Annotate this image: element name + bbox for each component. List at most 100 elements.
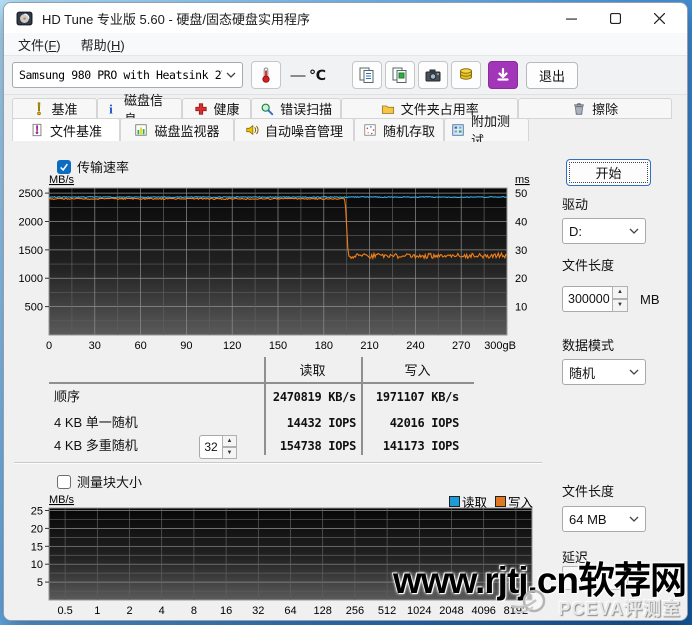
svg-text:40: 40: [515, 216, 527, 228]
copy-text-icon: [358, 66, 376, 84]
chevron-down-icon: [629, 228, 639, 235]
magnifier-icon: [260, 102, 274, 116]
svg-text:240: 240: [406, 340, 424, 352]
thermometer-icon: [257, 66, 275, 84]
health-cross-icon: [194, 102, 208, 116]
tab-extra-tests[interactable]: 附加测试: [444, 118, 529, 141]
svg-text:120: 120: [223, 340, 241, 352]
start-button[interactable]: 开始: [566, 159, 651, 186]
maximize-button[interactable]: [593, 3, 637, 33]
svg-text:512: 512: [378, 605, 396, 617]
tab-random-access[interactable]: 随机存取: [354, 118, 444, 141]
tab-disk-info[interactable]: i 磁盘信息: [97, 98, 182, 119]
file-length-stepper[interactable]: 300000 ▲ ▼ MB: [562, 286, 660, 312]
svg-text:20: 20: [31, 523, 43, 535]
svg-text:i: i: [109, 102, 113, 116]
svg-text:0.5: 0.5: [57, 605, 72, 617]
svg-text:2: 2: [126, 605, 132, 617]
svg-text:2500: 2500: [19, 188, 43, 200]
menu-bar: 文件(F) 帮助(H): [4, 33, 687, 56]
file-benchmark-icon: [30, 123, 44, 137]
svg-text:1: 1: [94, 605, 100, 617]
menu-file[interactable]: 文件(F): [8, 33, 71, 56]
chevron-down-icon: [629, 516, 639, 523]
read-column-header: 读取: [264, 360, 361, 379]
svg-text:1500: 1500: [19, 245, 43, 257]
extra-tests-icon: [451, 123, 465, 137]
svg-text:25: 25: [31, 506, 43, 518]
svg-text:32: 32: [252, 605, 264, 617]
copy-image-button[interactable]: [385, 61, 415, 89]
block-size-checkbox[interactable]: [57, 475, 71, 489]
temperature-unit: ℃: [309, 67, 326, 84]
file-length-unit: MB: [640, 292, 660, 307]
svg-text:30: 30: [515, 245, 527, 257]
table-row: 4 KB 多重随机 32 ▲ ▼ 154738 IOPS 141173 IOPS: [49, 436, 474, 456]
svg-text:150: 150: [269, 340, 287, 352]
svg-text:64: 64: [284, 605, 296, 617]
info-icon: i: [104, 102, 118, 116]
svg-text:1000: 1000: [19, 273, 43, 285]
table-header-line: [49, 382, 474, 384]
stepper-down-button[interactable]: ▼: [612, 299, 628, 312]
drive-label: 驱动: [562, 194, 588, 213]
minimize-button[interactable]: [549, 3, 593, 33]
trash-icon: [572, 102, 586, 116]
export-button[interactable]: [451, 61, 481, 89]
temperature-value: —: [289, 67, 307, 84]
stepper-up-button[interactable]: ▲: [612, 286, 628, 299]
svg-text:16: 16: [220, 605, 232, 617]
data-mode-select[interactable]: 随机: [562, 359, 646, 385]
drive-select[interactable]: D:: [562, 218, 646, 244]
tab-health[interactable]: 健康: [182, 98, 251, 119]
file-length2-select[interactable]: 64 MB: [562, 506, 646, 532]
app-icon: [16, 10, 33, 27]
tab-disk-monitor[interactable]: 磁盘监视器: [120, 118, 234, 141]
tab-error-scan[interactable]: 错误扫描: [251, 98, 341, 119]
table-row: 4 KB 单一随机 14432 IOPS 42016 IOPS: [49, 413, 474, 433]
exit-button[interactable]: 退出: [526, 62, 578, 89]
section-divider: [14, 462, 542, 464]
svg-text:256: 256: [346, 605, 364, 617]
gold-disks-icon: [457, 66, 475, 84]
tab-file-benchmark[interactable]: 文件基准: [12, 118, 120, 141]
svg-text:ms: ms: [515, 174, 530, 186]
svg-text:128: 128: [314, 605, 332, 617]
copy-image-icon: [391, 66, 409, 84]
temperature-button[interactable]: [251, 61, 281, 89]
minimize-icon: [566, 13, 577, 24]
speaker-icon: [245, 123, 259, 137]
camera-icon: [424, 66, 442, 84]
tab-aam[interactable]: 自动噪音管理: [234, 118, 354, 141]
svg-text:0: 0: [46, 340, 52, 352]
svg-text:270: 270: [452, 340, 470, 352]
svg-text:20: 20: [515, 273, 527, 285]
tab-benchmark[interactable]: 基准: [12, 98, 97, 119]
save-results-button[interactable]: [488, 61, 518, 89]
close-icon: [654, 13, 665, 24]
close-button[interactable]: [637, 3, 681, 33]
svg-text:4096: 4096: [471, 605, 495, 617]
app-window: HD Tune 专业版 5.60 - 硬盘/固态硬盘实用程序 文件(F) 帮助(…: [3, 2, 688, 621]
file-length2-label: 文件长度: [562, 481, 614, 500]
table-row: 顺序 2470819 KB/s 1971107 KB/s: [49, 387, 474, 407]
svg-text:MB/s: MB/s: [49, 174, 75, 186]
svg-text:10: 10: [31, 559, 43, 571]
svg-text:210: 210: [360, 340, 378, 352]
screenshot-button[interactable]: [418, 61, 448, 89]
menu-help[interactable]: 帮助(H): [71, 33, 135, 56]
watermark-studio: PCEVA评测室: [558, 595, 681, 621]
device-select[interactable]: Samsung 980 PRO with Heatsink 2T4]: [12, 62, 243, 88]
svg-text:90: 90: [180, 340, 192, 352]
tab-erase[interactable]: 擦除: [518, 98, 672, 119]
random-dots-icon: [363, 123, 377, 137]
svg-text:30: 30: [89, 340, 101, 352]
copy-text-button[interactable]: [352, 61, 382, 89]
svg-text:1024: 1024: [407, 605, 431, 617]
svg-text:60: 60: [134, 340, 146, 352]
svg-text:MB/s: MB/s: [49, 494, 75, 506]
chevron-down-icon: [226, 72, 236, 79]
data-mode-label: 数据模式: [562, 335, 614, 354]
toolbar: Samsung 980 PRO with Heatsink 2T4] — ℃: [4, 56, 687, 95]
benchmark-icon: [32, 102, 46, 116]
